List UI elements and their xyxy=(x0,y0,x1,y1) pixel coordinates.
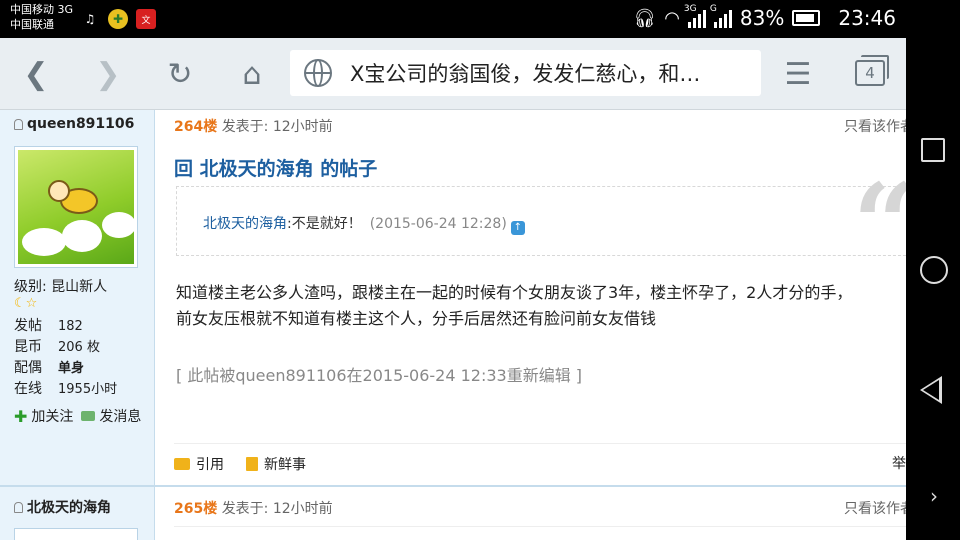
stat-value: 单身 xyxy=(58,361,85,376)
post2-meta: 265楼 发表于: 12小时前 xyxy=(174,498,333,518)
rank-value: 昆山新人 xyxy=(51,279,108,295)
post2-author-name: 北极天的海角 xyxy=(27,500,111,516)
post-body-line: 知道楼主老公多人渣吗，跟楼主在一起的时候有个女朋友谈了3年，楼主怀孕了，2人才分… xyxy=(176,283,853,302)
level-stars-icon: ☾☆ xyxy=(14,296,38,311)
user-stats: 发帖 182 昆币 206 枚 配偶 单身 在线 1955小时 xyxy=(14,316,117,400)
app-icon: ✚ xyxy=(108,9,128,29)
edit-note: [ 此帖被queen891106在2015-06-24 12:33重新编辑 ] xyxy=(176,366,583,385)
post-footer: 引用 新鲜事 xyxy=(174,443,906,474)
browser-toolbar: ❮ ❯ ↻ ⌂ X宝公司的翁国俊，发发仁慈心，和… ☰ 4 xyxy=(0,38,906,110)
author-sidebar: queen891106 级别: 昆山新人 ☾☆ 发帖 182 昆币 206 枚 配偶… xyxy=(0,110,155,540)
stat-value: 206 枚 xyxy=(58,340,100,355)
tabs-button[interactable]: 4 xyxy=(855,55,889,86)
back-arrow-icon[interactable]: ❮ xyxy=(14,52,58,96)
chevron-right-icon[interactable]: › xyxy=(930,484,938,508)
stat-label: 在线 xyxy=(14,381,42,397)
signal-3g-icon: 3G xyxy=(684,4,706,28)
quote-button[interactable]: 引用 xyxy=(174,454,224,474)
status-bar: 中国移动 3G 中国联通 ♫ ✚ 文 🎧︎ ◠ 3G G 83% 23:46 xyxy=(0,0,906,38)
news-button[interactable]: 新鲜事 xyxy=(246,454,306,474)
post-time: 发表于: 12小时前 xyxy=(221,501,333,517)
tab-count: 4 xyxy=(865,64,875,82)
user-actions: ✚ 加关注 发消息 xyxy=(14,406,141,426)
send-message-link[interactable]: 发消息 xyxy=(99,406,141,426)
quoted-text: :不是就好！ xyxy=(287,216,362,232)
post2-avatar[interactable] xyxy=(14,528,138,540)
battery-icon xyxy=(792,10,821,26)
quote-icon xyxy=(174,458,190,470)
post2-divider xyxy=(174,526,906,527)
recents-icon[interactable] xyxy=(921,138,945,162)
rank-label: 级别: xyxy=(14,279,47,295)
stat-label: 配偶 xyxy=(14,360,42,376)
page-title-in-address-bar: X宝公司的翁国俊，发发仁慈心，和… xyxy=(350,62,701,86)
quote-mark-icon: “ xyxy=(853,169,906,279)
carrier-info: 中国移动 3G 中国联通 xyxy=(10,2,73,32)
user-icon xyxy=(14,118,23,130)
address-bar[interactable]: X宝公司的翁国俊，发发仁慈心，和… xyxy=(290,50,761,96)
music-icon: ♫ xyxy=(84,12,96,26)
avatar[interactable] xyxy=(14,146,138,268)
post-divider xyxy=(0,485,906,487)
floor-number: 265楼 xyxy=(174,501,218,517)
follow-link[interactable]: 加关注 xyxy=(31,406,73,426)
wifi-icon: ◠ xyxy=(664,7,680,29)
post-body: 知道楼主老公多人渣吗，跟楼主在一起的时候有个女朋友谈了3年，楼主怀孕了，2人才分… xyxy=(176,280,906,332)
message-icon xyxy=(81,411,96,421)
back-triangle-icon[interactable] xyxy=(920,376,942,404)
post1-author-name: queen891106 xyxy=(27,116,135,132)
system-nav-bar: › xyxy=(906,0,960,540)
quoted-date: (2015-06-24 12:28) xyxy=(369,216,507,232)
clock: 23:46 xyxy=(838,6,896,30)
carrier-secondary: 中国联通 xyxy=(10,18,54,31)
forum-page: queen891106 级别: 昆山新人 ☾☆ 发帖 182 昆币 206 枚 配偶… xyxy=(0,110,906,540)
refresh-icon[interactable]: ↻ xyxy=(158,52,202,96)
user-rank: 级别: 昆山新人 xyxy=(14,276,107,296)
user-icon xyxy=(14,501,23,513)
jump-to-quote-icon[interactable]: ↑ xyxy=(510,221,525,235)
quoted-user-link[interactable]: 北极天的海角 xyxy=(203,216,287,232)
post1-meta: 264楼 发表于: 12小时前 xyxy=(174,116,333,136)
notification-icons: ♫ ✚ 文 xyxy=(80,9,156,29)
news-app-icon: 文 xyxy=(136,9,156,29)
battery-percent: 83% xyxy=(739,6,785,30)
post-body-line: 前女友压根就不知道有楼主这个人，分手后居然还有脸问前女友借钱 xyxy=(176,309,657,328)
stat-value: 182 xyxy=(58,319,83,334)
only-author-link[interactable]: 只看该作者 xyxy=(844,116,906,136)
globe-icon xyxy=(304,59,332,87)
home-circle-icon[interactable] xyxy=(920,256,948,284)
only-author-link[interactable]: 只看该作者 xyxy=(844,498,906,518)
report-link[interactable]: 举报 xyxy=(892,453,906,473)
floor-number: 264楼 xyxy=(174,119,218,135)
quote-block: 北极天的海角:不是就好！ (2015-06-24 12:28)↑ “ xyxy=(176,169,906,279)
carrier-primary: 中国移动 3G xyxy=(10,3,74,16)
post1-author[interactable]: queen891106 xyxy=(14,116,134,132)
plus-icon: ✚ xyxy=(14,406,28,426)
signal-g-icon: G xyxy=(710,4,732,28)
post-time: 发表于: 12小时前 xyxy=(221,119,333,135)
menu-icon[interactable]: ☰ xyxy=(776,52,820,96)
news-label: 新鲜事 xyxy=(264,457,306,473)
stat-label: 昆币 xyxy=(14,339,42,355)
forward-arrow-icon[interactable]: ❯ xyxy=(86,52,130,96)
headphones-icon: 🎧︎ xyxy=(633,7,657,29)
quote-label: 引用 xyxy=(196,457,224,473)
stat-label: 发帖 xyxy=(14,318,42,334)
stat-value: 1955小时 xyxy=(58,382,118,397)
post2-author[interactable]: 北极天的海角 xyxy=(14,497,111,517)
home-icon[interactable]: ⌂ xyxy=(230,52,274,96)
news-icon xyxy=(246,457,258,471)
post-title: 回 北极天的海角 的帖子 xyxy=(174,158,378,180)
system-indicators: 🎧︎ ◠ 3G G 83% 23:46 xyxy=(633,4,896,30)
